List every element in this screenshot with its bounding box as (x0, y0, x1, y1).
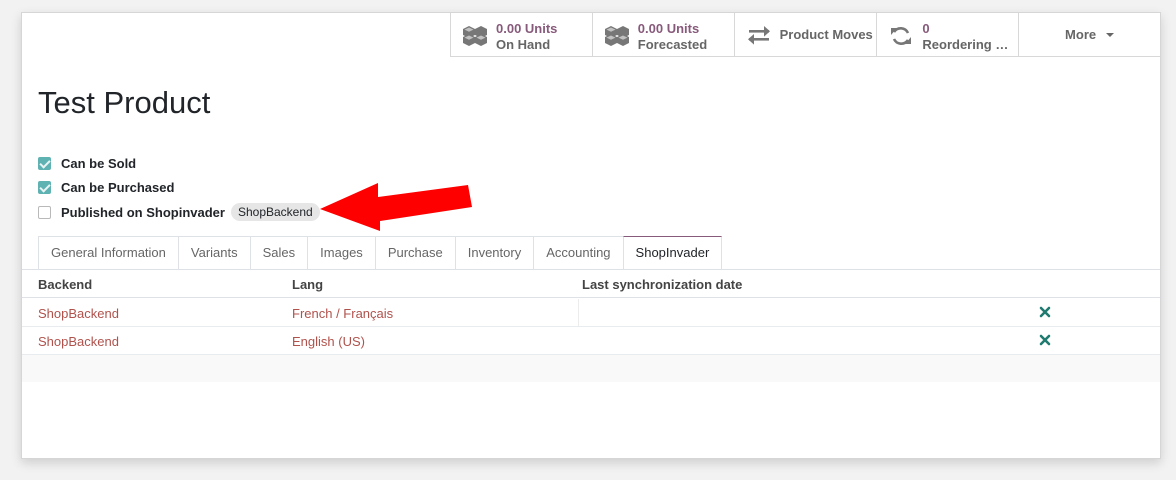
product-title[interactable]: Test Product (38, 85, 210, 121)
column-header-last-sync[interactable]: Last synchronization date (582, 277, 742, 292)
on-hand-button[interactable]: 0.00 Units On Hand (450, 13, 592, 57)
empty-table-row (22, 355, 1160, 382)
published-on-shopinvader-checkbox[interactable] (38, 205, 51, 219)
reordering-rules-button[interactable]: 0 Reordering R... (876, 13, 1018, 57)
delete-row-icon[interactable] (1038, 333, 1052, 347)
table-header: Backend Lang Last synchronization date (22, 270, 1160, 298)
cubes-icon (463, 26, 487, 46)
can-be-purchased-checkbox[interactable] (38, 180, 51, 194)
reordering-rules-label: Reordering R... (922, 37, 1013, 52)
backend-tag-badge: ShopBackend (230, 203, 320, 221)
lang-cell[interactable]: French / Français (292, 306, 393, 321)
refresh-icon (891, 27, 912, 45)
tab-shopinvader[interactable]: ShopInvader (622, 236, 723, 270)
can-be-purchased-row: Can be Purchased (38, 178, 174, 196)
published-on-shopinvader-label: Published on Shopinvader (61, 204, 225, 220)
can-be-purchased-label: Can be Purchased (61, 179, 175, 195)
tab-accounting[interactable]: Accounting (533, 236, 623, 270)
column-header-backend[interactable]: Backend (38, 277, 92, 292)
tab-images[interactable]: Images (307, 236, 375, 270)
forecasted-label: Forecasted (637, 37, 708, 52)
can-be-sold-label: Can be Sold (61, 155, 137, 171)
more-label: More (1065, 27, 1097, 42)
on-hand-value: 0.00 Units (496, 21, 558, 36)
lang-cell[interactable]: English (US) (292, 334, 365, 349)
table-row[interactable]: ShopBackend French / Français (22, 299, 1160, 327)
exchange-icon (747, 26, 770, 45)
backend-cell[interactable]: ShopBackend (38, 334, 119, 349)
delete-row-icon[interactable] (1038, 305, 1052, 319)
published-on-shopinvader-row: Published on Shopinvader ShopBackend (38, 203, 320, 221)
notebook-tabs: General Information Variants Sales Image… (38, 236, 723, 270)
on-hand-label: On Hand (496, 37, 551, 52)
product-moves-label: Product Moves (779, 27, 873, 42)
tab-sales[interactable]: Sales (249, 236, 308, 270)
tab-variants[interactable]: Variants (177, 236, 250, 270)
cell-divider (578, 299, 579, 326)
more-dropdown[interactable]: More (1018, 13, 1160, 57)
tab-purchase[interactable]: Purchase (374, 236, 455, 270)
caret-down-icon (1106, 32, 1115, 37)
form-sheet: 0.00 Units On Hand 0.00 Units Forecasted… (21, 12, 1161, 459)
forecasted-value: 0.00 Units (637, 21, 700, 36)
forecasted-button[interactable]: 0.00 Units Forecasted (591, 13, 734, 57)
cubes-icon (604, 26, 629, 46)
backend-cell[interactable]: ShopBackend (38, 306, 119, 321)
can-be-sold-row: Can be Sold (38, 154, 136, 172)
tab-inventory[interactable]: Inventory (454, 236, 534, 270)
product-moves-button[interactable]: Product Moves (733, 13, 877, 57)
annotation-arrow-icon (320, 183, 472, 231)
table-row[interactable]: ShopBackend English (US) (22, 327, 1160, 355)
can-be-sold-checkbox[interactable] (38, 156, 51, 170)
column-header-lang[interactable]: Lang (292, 277, 323, 292)
smart-button-box: 0.00 Units On Hand 0.00 Units Forecasted… (450, 13, 1160, 57)
reordering-rules-count: 0 (922, 21, 930, 36)
tab-general-information[interactable]: General Information (38, 236, 178, 270)
